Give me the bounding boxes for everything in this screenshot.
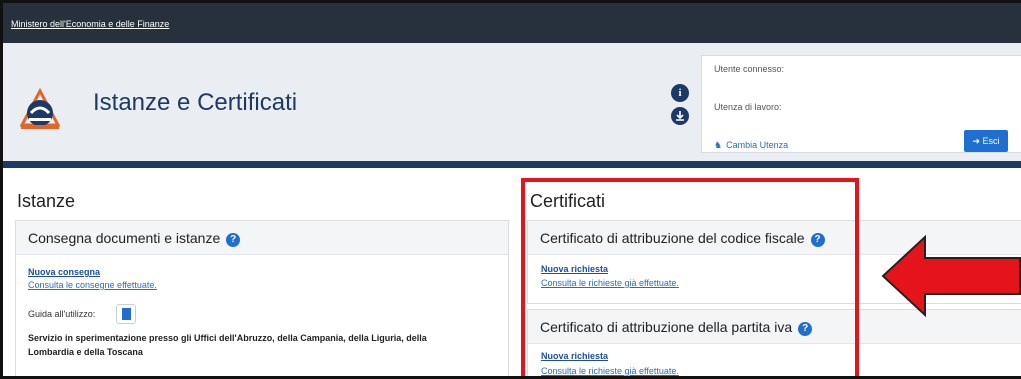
change-user-label: Cambia Utenza xyxy=(726,140,789,150)
help-icon[interactable]: ? xyxy=(226,233,241,247)
user-box: Utente connesso: Utenza di lavoro: ♞ Camb… xyxy=(701,55,1021,153)
istanze-panel-header: Consegna documenti e istanze? xyxy=(16,221,508,255)
info-icon[interactable]: i xyxy=(671,84,689,102)
document-icon xyxy=(122,308,131,320)
consult-requests-iva-link[interactable]: Consulta le richieste già effettuate. xyxy=(541,366,679,376)
download-icon[interactable] xyxy=(671,107,689,125)
service-text-line1: Servizio in sperimentazione presso gli U… xyxy=(28,333,427,343)
istanze-title: Istanze xyxy=(17,191,76,211)
new-delivery-link[interactable]: Nuova consegna xyxy=(28,267,100,277)
guide-label: Guida all'utilizzo: xyxy=(28,309,96,319)
certificate-cf-title: Certificato di attribuzione del codice f… xyxy=(540,230,805,246)
red-arrow-icon xyxy=(881,234,1021,318)
page-frame: Ministero dell'Economia e delle Finanze … xyxy=(0,0,1021,379)
certificati-title: Certificati xyxy=(530,191,606,211)
top-bar: Ministero dell'Economia e delle Finanze xyxy=(3,3,1021,43)
app-title: Istanze e Certificati xyxy=(93,89,298,116)
download-glyph-icon xyxy=(676,111,684,121)
connected-user-label: Utente connesso: xyxy=(714,64,785,74)
users-icon: ♞ xyxy=(714,140,723,150)
istanze-panel-title: Consegna documenti e istanze xyxy=(28,230,221,246)
agenzia-entrate-logo-icon[interactable] xyxy=(17,85,63,133)
help-icon[interactable]: ? xyxy=(810,233,825,247)
header-divider xyxy=(3,161,1021,168)
new-request-cf-link[interactable]: Nuova richiesta xyxy=(541,264,608,274)
certificate-iva-title: Certificato di attribuzione della partit… xyxy=(540,319,793,335)
exit-button[interactable]: ➜ Esci xyxy=(964,130,1008,152)
service-text-line2: Lombardia e della Toscana xyxy=(28,347,143,357)
istanze-panel: Consegna documenti e istanze? Nuova cons… xyxy=(15,220,509,376)
exit-label: Esci xyxy=(982,136,1000,146)
sign-out-icon: ➜ xyxy=(972,136,980,146)
new-request-iva-link[interactable]: Nuova richiesta xyxy=(541,351,608,361)
guide-button[interactable] xyxy=(116,304,136,324)
ministry-link[interactable]: Ministero dell'Economia e delle Finanze xyxy=(11,19,169,29)
consult-deliveries-link[interactable]: Consulta le consegne effettuate. xyxy=(28,280,157,290)
help-icon[interactable]: ? xyxy=(798,322,813,336)
consult-requests-cf-link[interactable]: Consulta le richieste già effettuate. xyxy=(541,278,679,288)
work-user-label: Utenza di lavoro: xyxy=(714,102,782,112)
change-user-link[interactable]: ♞ Cambia Utenza xyxy=(714,140,788,151)
